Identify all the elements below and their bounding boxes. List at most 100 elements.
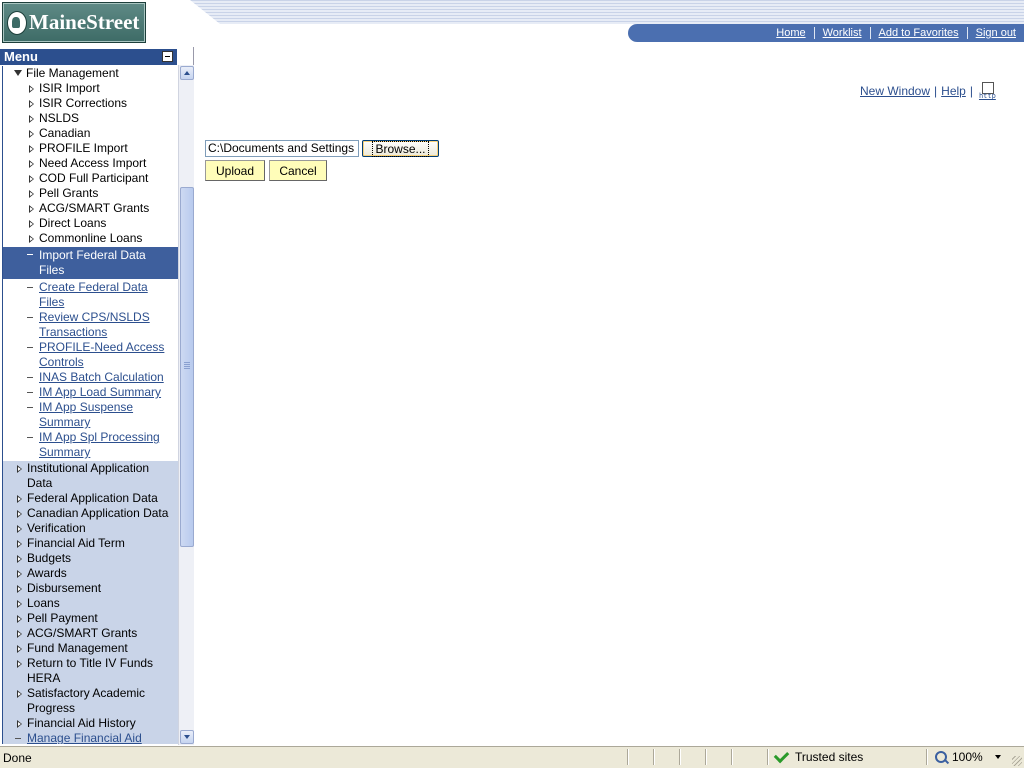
menu-section-label: Verification: [27, 521, 86, 535]
menu-link-im-app-load-summary[interactable]: IM App Load Summary: [3, 385, 179, 400]
collapsed-triangle-icon: [17, 540, 22, 548]
mainestreet-logo[interactable]: MaineStreet: [2, 2, 146, 43]
menu-section-label: Institutional Application: [27, 461, 150, 475]
menu-section-institutional-application-data[interactable]: Institutional Application Data: [3, 461, 179, 491]
header: MaineStreet Home Worklist Add to Favorit…: [0, 0, 1024, 46]
menu-section-disbursement[interactable]: Disbursement: [3, 581, 179, 596]
magnifier-icon: [935, 751, 947, 763]
menu-item-acg-smart-grants[interactable]: ACG/SMART Grants: [3, 201, 179, 216]
worklist-link[interactable]: Worklist: [813, 27, 870, 39]
menu-section-label-cont: Progress: [27, 701, 76, 715]
collapsed-triangle-icon: [17, 555, 22, 563]
menu-link-label[interactable]: Review CPS/NSLDS: [39, 310, 150, 324]
menu-link-label[interactable]: Create Federal Data: [39, 280, 148, 294]
menu-section-label: Financial Aid History: [27, 716, 136, 730]
expanded-triangle-icon: [14, 70, 22, 76]
menu-scrollbar[interactable]: [178, 65, 194, 745]
menu-link-label[interactable]: Manage Financial Aid: [27, 731, 142, 744]
menu-section-loans[interactable]: Loans: [3, 596, 179, 611]
home-link[interactable]: Home: [768, 27, 813, 39]
collapsed-triangle-icon: [17, 495, 22, 503]
menu-section-financial-aid-history[interactable]: Financial Aid History: [3, 716, 179, 731]
browse-button[interactable]: Browse...: [362, 140, 439, 157]
menu-link-label-cont[interactable]: Transactions: [39, 325, 107, 339]
leaf-dash-icon: [27, 254, 33, 255]
menu-link-label-cont[interactable]: Files: [39, 295, 64, 309]
menu-section-pell-payment[interactable]: Pell Payment: [3, 611, 179, 626]
leaf-dash-icon: [27, 287, 33, 288]
link-separator: |: [934, 84, 938, 98]
menu-link-label[interactable]: INAS Batch Calculation: [39, 370, 164, 384]
menu-link-label-cont[interactable]: Summary: [39, 445, 90, 459]
menu-item-import-federal-data-files[interactable]: Import Federal Data Files: [3, 247, 179, 279]
menu-item-canadian[interactable]: Canadian: [3, 126, 179, 141]
collapse-icon[interactable]: [162, 51, 173, 62]
zoom-control[interactable]: 100%: [935, 750, 1001, 764]
menu-section-return-to-title-iv-funds[interactable]: Return to Title IV Funds HERA: [3, 656, 179, 686]
menu-section-label: Financial Aid Term: [27, 536, 125, 550]
menu-link-review-cps-nslds[interactable]: Review CPS/NSLDS Transactions: [3, 310, 179, 340]
leaf-dash-icon: [27, 317, 33, 318]
menu-link-create-federal-data-files[interactable]: Create Federal Data Files: [3, 280, 179, 310]
menu-section-label-cont: Data: [27, 476, 53, 490]
menu-link-inas-batch-calculation[interactable]: INAS Batch Calculation: [3, 370, 179, 385]
status-bar: Done Trusted sites 100%: [0, 746, 1024, 768]
menu-item-label: NSLDS: [39, 111, 80, 125]
menu-link-manage-financial-aid[interactable]: Manage Financial Aid: [3, 731, 179, 744]
security-zone[interactable]: Trusted sites: [773, 747, 863, 764]
menu-link-label[interactable]: IM App Load Summary: [39, 385, 161, 399]
scroll-up-button[interactable]: [180, 66, 194, 80]
menu-section-label: Federal Application Data: [27, 491, 158, 505]
upload-button[interactable]: Upload: [205, 160, 265, 181]
menu-section-awards[interactable]: Awards: [3, 566, 179, 581]
menu-item-label: COD Full Participant: [39, 171, 149, 185]
add-to-favorites-link[interactable]: Add to Favorites: [869, 27, 967, 39]
menu-item-isir-corrections[interactable]: ISIR Corrections: [3, 96, 179, 111]
menu-section-label: Loans: [27, 596, 60, 610]
menu-link-label[interactable]: IM App Spl Processing: [39, 430, 160, 444]
collapsed-triangle-icon: [17, 690, 22, 698]
divider: [627, 749, 628, 765]
http-icon[interactable]: [979, 82, 996, 100]
menu-item-label: Need Access Import: [39, 156, 147, 170]
menu-item-isir-import[interactable]: ISIR Import: [3, 81, 179, 96]
menu-section-label: Satisfactory Academic: [27, 686, 146, 700]
menu-link-profile-need-access[interactable]: PROFILE-Need Access Controls: [3, 340, 179, 370]
sign-out-link[interactable]: Sign out: [966, 27, 1024, 39]
cancel-button[interactable]: Cancel: [269, 160, 327, 181]
menu-section-acg-smart-grants[interactable]: ACG/SMART Grants: [3, 626, 179, 641]
scroll-down-button[interactable]: [180, 730, 194, 744]
scroll-thumb[interactable]: [180, 187, 194, 547]
menu-section-verification[interactable]: Verification: [3, 521, 179, 536]
menu-item-need-access-import[interactable]: Need Access Import: [3, 156, 179, 171]
resize-grip[interactable]: [1012, 756, 1022, 766]
menu-section-federal-application-data[interactable]: Federal Application Data: [3, 491, 179, 506]
menu-section-fund-management[interactable]: Fund Management: [3, 641, 179, 656]
menu-item-direct-loans[interactable]: Direct Loans: [3, 216, 179, 231]
menu-item-label: Direct Loans: [39, 216, 107, 230]
help-link[interactable]: Help: [941, 84, 966, 98]
menu-section-financial-aid-term[interactable]: Financial Aid Term: [3, 536, 179, 551]
menu-item-pell-grants[interactable]: Pell Grants: [3, 186, 179, 201]
collapsed-triangle-icon: [17, 570, 22, 578]
new-window-link[interactable]: New Window: [860, 84, 930, 98]
menu-item-nslds[interactable]: NSLDS: [3, 111, 179, 126]
menu-section-satisfactory-academic-progress[interactable]: Satisfactory Academic Progress: [3, 686, 179, 716]
menu-section-budgets[interactable]: Budgets: [3, 551, 179, 566]
menu-link-im-app-suspense-summary[interactable]: IM App Suspense Summary: [3, 400, 179, 430]
menu-item-profile-import[interactable]: PROFILE Import: [3, 141, 179, 156]
menu-link-im-app-spl-processing[interactable]: IM App Spl Processing Summary: [3, 430, 179, 461]
divider: [767, 749, 768, 765]
menu-link-label-cont[interactable]: Controls: [39, 355, 84, 369]
menu-section-label: Return to Title IV Funds: [27, 656, 154, 670]
menu-section-file-management[interactable]: File Management: [3, 66, 179, 81]
menu-item-commonline-loans[interactable]: Commonline Loans: [3, 231, 179, 246]
divider: [731, 749, 732, 765]
menu-section-canadian-application-data[interactable]: Canadian Application Data: [3, 506, 179, 521]
menu-link-label[interactable]: IM App Suspense: [39, 400, 133, 414]
menu-section-label: Canadian Application Data: [27, 506, 169, 520]
menu-link-label[interactable]: PROFILE-Need Access: [39, 340, 164, 354]
menu-link-label-cont[interactable]: Summary: [39, 415, 90, 429]
menu-item-cod-full-participant[interactable]: COD Full Participant: [3, 171, 179, 186]
file-path-input[interactable]: C:\Documents and Settings: [205, 140, 359, 157]
